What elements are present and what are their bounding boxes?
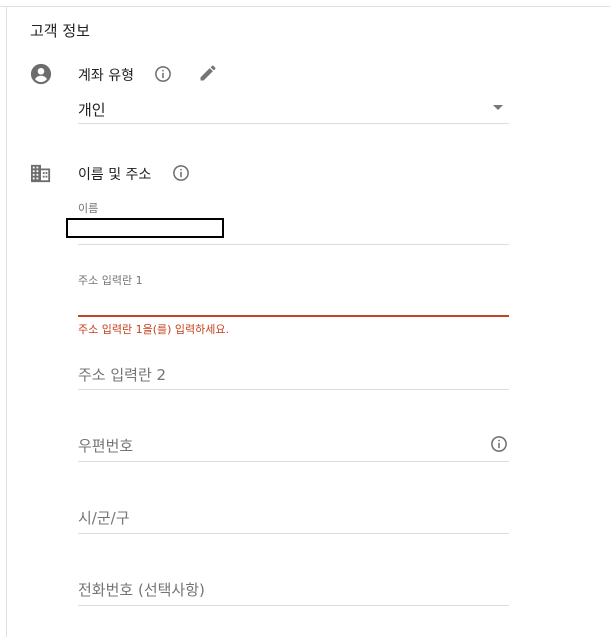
building-icon [31, 164, 51, 183]
postal-code-field[interactable]: 우편번호 [78, 434, 509, 462]
postal-code-info-icon[interactable] [490, 435, 508, 453]
account-type-info-icon[interactable] [154, 65, 172, 83]
address2-field-underline [78, 389, 509, 390]
phone-field-underline [78, 605, 509, 606]
address2-field[interactable]: 주소 입력란 2 [78, 362, 509, 390]
address1-field[interactable]: 주소 입력란 1 주소 입력란 1을(를) 입력하세요. [78, 270, 509, 336]
name-field-underline [78, 244, 509, 245]
address1-field-label: 주소 입력란 1 [78, 274, 143, 287]
account-type-select[interactable]: 개인 [78, 95, 509, 124]
address1-field-underline [78, 315, 509, 317]
city-placeholder: 시/군/구 [78, 509, 130, 527]
name-field-label: 이름 [78, 202, 99, 215]
pencil-icon[interactable] [198, 63, 218, 83]
name-field-value[interactable] [66, 218, 224, 238]
name-field[interactable]: 이름 [66, 198, 509, 246]
name-address-label: 이름 및 주소 [78, 167, 152, 183]
account-type-label: 계좌 유형 [78, 68, 134, 84]
phone-field[interactable]: 전화번호 (선택사항) [78, 578, 509, 606]
address1-error-message: 주소 입력란 1을(를) 입력하세요. [78, 323, 230, 336]
address2-placeholder: 주소 입력란 2 [78, 366, 167, 384]
city-field-underline [78, 533, 509, 534]
postal-code-field-underline [78, 461, 509, 462]
account-type-selected-value: 개인 [78, 101, 106, 119]
name-address-info-icon[interactable] [172, 164, 190, 182]
section-title: 고객 정보 [30, 22, 90, 40]
panel-left-border [6, 6, 7, 637]
chevron-down-icon [493, 105, 503, 110]
panel-top-border [0, 6, 610, 7]
phone-placeholder: 전화번호 (선택사항) [78, 581, 205, 599]
city-field[interactable]: 시/군/구 [78, 506, 509, 534]
person-circle-icon [30, 63, 52, 85]
postal-code-placeholder: 우편번호 [78, 437, 134, 455]
